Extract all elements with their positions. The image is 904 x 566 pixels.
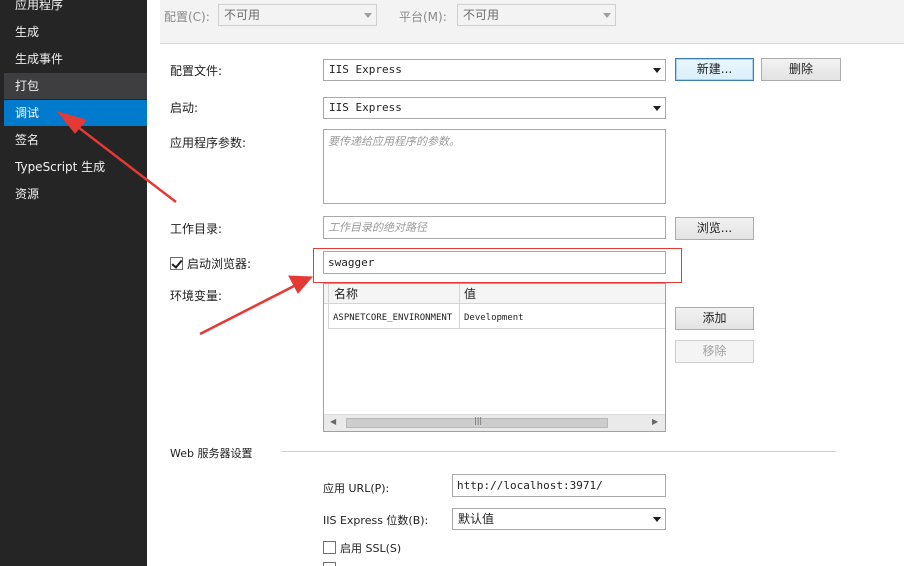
chevron-down-icon <box>364 13 372 18</box>
browse-button[interactable]: 浏览... <box>675 217 754 240</box>
env-vars-label: 环境变量: <box>170 289 223 303</box>
chevron-down-icon <box>653 68 661 73</box>
grid-header: 名称 值 <box>324 284 665 304</box>
grid-column-value[interactable]: 值 <box>458 284 658 304</box>
web-server-section-title: Web 服务器设置 <box>170 447 253 460</box>
app-url-input[interactable]: http://localhost:3971/ <box>452 474 666 497</box>
config-label: 配置(C): <box>164 10 210 24</box>
launch-dropdown-value: IIS Express <box>329 101 402 114</box>
delete-profile-button[interactable]: 删除 <box>761 58 841 81</box>
env-row-value-cell[interactable]: Development <box>461 307 661 329</box>
app-args-textarea[interactable]: 要传递给应用程序的参数。 <box>323 129 666 204</box>
sidebar-item-signing[interactable]: 签名 <box>4 127 147 153</box>
launch-label: 启动: <box>170 101 199 115</box>
enable-ssl-label: 启用 SSL(S) <box>340 542 402 555</box>
app-args-label: 应用程序参数: <box>170 136 247 150</box>
bitness-label: IIS Express 位数(B): <box>323 514 429 527</box>
launch-dropdown[interactable]: IIS Express <box>323 97 666 119</box>
env-vars-grid[interactable]: 名称 值 ASPNETCORE_ENVIRONMENT Development … <box>323 283 666 432</box>
config-dropdown[interactable]: 不可用 <box>218 4 377 26</box>
new-profile-button[interactable]: 新建... <box>675 58 754 81</box>
app-url-label: 应用 URL(P): <box>323 482 390 495</box>
row-divider <box>328 328 665 329</box>
section-divider <box>281 451 836 452</box>
sidebar-item-debug[interactable]: 调试 <box>4 100 147 126</box>
remove-env-var-button[interactable]: 移除 <box>675 340 754 363</box>
env-row-name-cell[interactable]: ASPNETCORE_ENVIRONMENT <box>330 307 459 329</box>
platform-label: 平台(M): <box>399 10 447 24</box>
sidebar-item-application[interactable]: 应用程序 <box>4 0 147 18</box>
sidebar-item-build[interactable]: 生成 <box>4 19 147 45</box>
chevron-down-icon <box>653 106 661 111</box>
chevron-down-icon <box>653 517 661 522</box>
chevron-down-icon <box>603 13 611 18</box>
grid-column-name[interactable]: 名称 <box>328 284 458 304</box>
enable-ssl-checkbox[interactable] <box>323 541 336 554</box>
working-dir-label: 工作目录: <box>170 222 223 236</box>
scroll-grip-icon: ||| <box>474 416 483 425</box>
bitness-dropdown[interactable]: 默认值 <box>452 508 666 530</box>
sidebar-item-package[interactable]: 打包 <box>4 73 147 99</box>
working-dir-input[interactable]: 工作目录的绝对路径 <box>323 216 666 239</box>
platform-dropdown[interactable]: 不可用 <box>457 4 616 26</box>
row-header-divider <box>328 284 329 329</box>
horizontal-scrollbar[interactable]: ◀ ||| ▶ <box>324 414 665 431</box>
bitness-dropdown-value: 默认值 <box>458 512 495 526</box>
add-env-var-button[interactable]: 添加 <box>675 307 754 330</box>
sidebar-item-typescript-build[interactable]: TypeScript 生成 <box>4 154 147 180</box>
config-dropdown-value: 不可用 <box>224 8 261 22</box>
column-divider <box>459 284 460 329</box>
scroll-right-arrow-icon[interactable]: ▶ <box>652 417 658 426</box>
platform-dropdown-value: 不可用 <box>463 8 500 22</box>
annotation-highlight-box <box>313 248 682 283</box>
profile-dropdown[interactable]: IIS Express <box>323 59 666 81</box>
scroll-left-arrow-icon[interactable]: ◀ <box>330 417 336 426</box>
project-properties-sidebar: 应用程序 生成 生成事件 打包 调试 签名 TypeScript 生成 资源 <box>0 0 147 566</box>
profile-label: 配置文件: <box>170 64 223 78</box>
profile-dropdown-value: IIS Express <box>329 63 402 76</box>
launch-browser-checkbox[interactable] <box>170 257 183 270</box>
sidebar-item-build-events[interactable]: 生成事件 <box>4 46 147 72</box>
next-option-checkbox[interactable] <box>323 562 336 566</box>
launch-browser-label: 启动浏览器: <box>187 257 252 271</box>
sidebar-item-resources[interactable]: 资源 <box>4 181 147 207</box>
